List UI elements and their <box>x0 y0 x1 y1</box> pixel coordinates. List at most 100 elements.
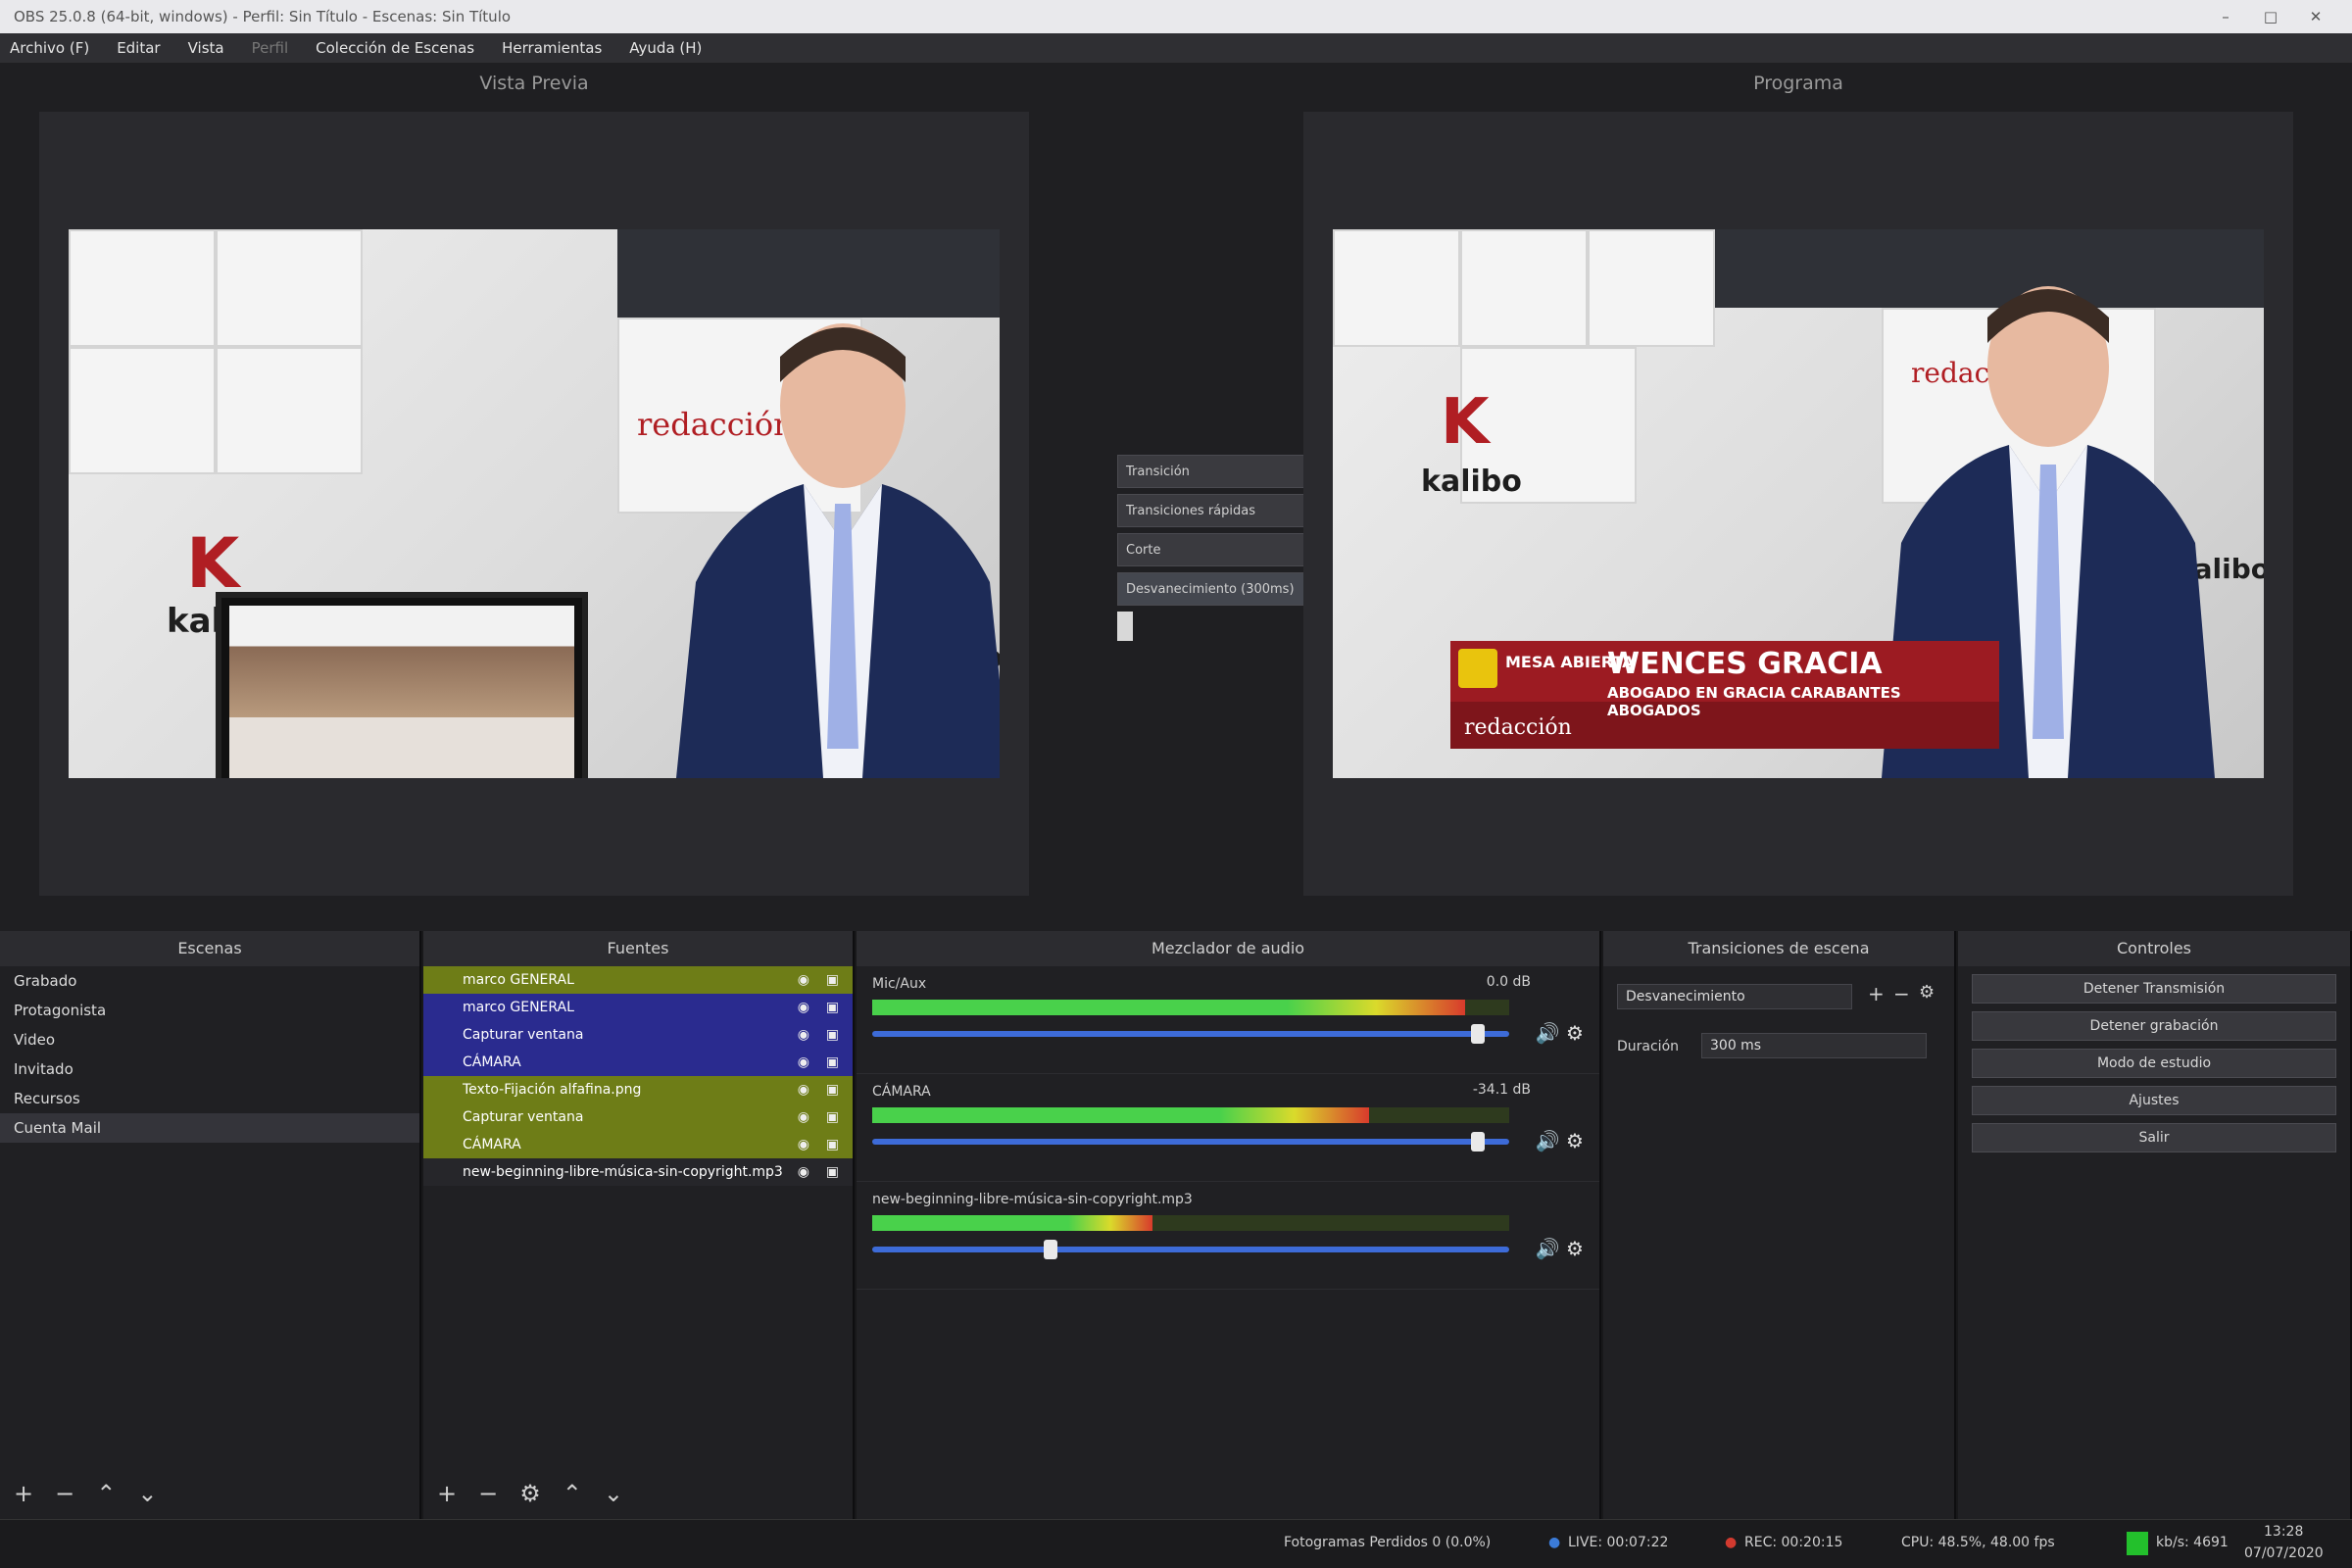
quick-transition-fade[interactable]: Desvanecimiento (300ms)⌄ <box>1117 572 1333 606</box>
volume-slider[interactable] <box>872 1132 1509 1152</box>
mixer-track: Mic/Aux 0.0 dB 🔊 ⚙ <box>857 966 1599 1074</box>
lock-icon[interactable]: ▣ <box>826 1131 839 1158</box>
kalibo-logo: kalibo <box>1421 465 1522 499</box>
menu-herramientas[interactable]: Herramientas <box>502 39 602 57</box>
eye-icon[interactable]: ◉ <box>798 1049 809 1076</box>
menu-coleccion-escenas[interactable]: Colección de Escenas <box>316 39 474 57</box>
lower-third-role: ABOGADO EN GRACIA CARABANTES ABOGADOS <box>1607 684 1901 719</box>
preview-pane[interactable]: K kalibo redacción K kalibo <box>39 112 1029 896</box>
minimize-button[interactable]: – <box>2203 0 2248 33</box>
title-bar: OBS 25.0.8 (64-bit, windows) - Perfil: S… <box>0 0 2352 33</box>
window-title: OBS 25.0.8 (64-bit, windows) - Perfil: S… <box>14 8 512 25</box>
speaker-icon[interactable]: 🔊 ⚙ <box>1536 1021 1584 1045</box>
transition-slider-handle[interactable] <box>1117 612 1133 641</box>
transition-panel: Transición⚙ Transiciones rápidas+ Corte⌄… <box>1117 455 1333 641</box>
eye-icon[interactable]: ◉ <box>798 1076 809 1103</box>
close-button[interactable]: ✕ <box>2293 0 2338 33</box>
live-time: LIVE: 00:07:22 <box>1568 1535 1669 1550</box>
preview-scene: K kalibo redacción K kalibo <box>69 229 1000 778</box>
source-item[interactable]: CÁMARA ◉ ▣ <box>423 1049 853 1076</box>
stop-streaming-button[interactable]: Detener Transmisión <box>1972 974 2336 1004</box>
gear-icon[interactable]: ⚙ <box>519 1480 541 1507</box>
eye-icon[interactable]: ◉ <box>798 966 809 994</box>
status-bar: Fotogramas Perdidos 0 (0.0%) ● LIVE: 00:… <box>0 1519 2352 1568</box>
source-item[interactable]: new-beginning-libre-música-sin-copyright… <box>423 1158 853 1186</box>
level-meter <box>872 1107 1509 1123</box>
transition-select[interactable]: Desvanecimiento <box>1617 984 1852 1009</box>
scene-item[interactable]: Cuenta Mail <box>0 1113 419 1143</box>
lock-icon[interactable]: ▣ <box>826 966 839 994</box>
kalibo-k-logo: K <box>1441 386 1490 459</box>
lock-icon[interactable]: ▣ <box>826 1049 839 1076</box>
quick-transition-cut[interactable]: Corte⌄ <box>1117 533 1333 566</box>
move-down-icon[interactable]: ⌄ <box>604 1480 623 1507</box>
studio-mode-button[interactable]: Modo de estudio <box>1972 1049 2336 1078</box>
lock-icon[interactable]: ▣ <box>826 1076 839 1103</box>
track-db: -34.1 dB <box>1472 1082 1531 1098</box>
scene-item[interactable]: Video <box>0 1025 419 1054</box>
source-item[interactable]: Capturar ventana ◉ ▣ <box>423 1021 853 1049</box>
add-icon[interactable]: + <box>437 1480 457 1507</box>
scene-item[interactable]: Protagonista <box>0 996 419 1025</box>
scene-item[interactable]: Grabado <box>0 966 419 996</box>
speaker-icon[interactable]: 🔊 ⚙ <box>1536 1237 1584 1260</box>
rec-indicator-icon: ● <box>1725 1535 1738 1550</box>
add-icon[interactable]: + <box>14 1480 33 1507</box>
source-item[interactable]: CÁMARA ◉ ▣ <box>423 1131 853 1158</box>
volume-slider[interactable] <box>872 1024 1509 1044</box>
scene-transitions-dock: Transiciones de escena Desvanecimiento +… <box>1603 931 1956 1519</box>
eye-icon[interactable]: ◉ <box>798 1021 809 1049</box>
menu-perfil[interactable]: Perfil <box>252 39 289 57</box>
eye-icon[interactable]: ◉ <box>798 1103 809 1131</box>
settings-button[interactable]: Ajustes <box>1972 1086 2336 1115</box>
speaker-icon[interactable]: 🔊 ⚙ <box>1536 1129 1584 1152</box>
scene-item[interactable]: Recursos <box>0 1084 419 1113</box>
menu-archivo[interactable]: Archivo (F) <box>10 39 89 57</box>
gear-icon[interactable]: ⚙ <box>1919 982 1935 1003</box>
cpu-usage: CPU: 48.5%, 48.00 fps <box>1901 1535 2055 1550</box>
lower-third-brand: redacción <box>1464 715 1572 740</box>
lock-icon[interactable]: ▣ <box>826 1158 839 1186</box>
preview-label: Vista Previa <box>479 73 589 94</box>
lock-icon[interactable]: ▣ <box>826 1021 839 1049</box>
stop-recording-button[interactable]: Detener grabación <box>1972 1011 2336 1041</box>
mixer-track: CÁMARA -34.1 dB 🔊 ⚙ <box>857 1074 1599 1182</box>
source-item[interactable]: marco GENERAL ◉ ▣ <box>423 994 853 1021</box>
move-down-icon[interactable]: ⌄ <box>137 1480 157 1507</box>
menu-bar: Archivo (F) Editar Vista Perfil Colecció… <box>0 33 2352 63</box>
source-item[interactable]: Capturar ventana ◉ ▣ <box>423 1103 853 1131</box>
remove-icon[interactable]: − <box>1893 982 1910 1005</box>
eye-icon[interactable]: ◉ <box>798 1158 809 1186</box>
lower-third-name: WENCES GRACIA <box>1607 647 1883 681</box>
eye-icon[interactable]: ◉ <box>798 1131 809 1158</box>
audio-mixer-dock: Mezclador de audio Mic/Aux 0.0 dB 🔊 ⚙ CÁ… <box>857 931 1601 1519</box>
exit-button[interactable]: Salir <box>1972 1123 2336 1152</box>
track-name: Mic/Aux <box>872 976 927 992</box>
mic-badge-icon <box>1458 649 1497 688</box>
move-up-icon[interactable]: ⌃ <box>96 1480 116 1507</box>
track-name: new-beginning-libre-música-sin-copyright… <box>872 1192 1193 1207</box>
transition-button[interactable]: Transición⚙ <box>1117 455 1333 488</box>
lock-icon[interactable]: ▣ <box>826 1103 839 1131</box>
level-meter <box>872 1000 1509 1015</box>
scene-item[interactable]: Invitado <box>0 1054 419 1084</box>
scenes-title: Escenas <box>0 931 419 966</box>
source-item[interactable]: marco GENERAL ◉ ▣ <box>423 966 853 994</box>
maximize-button[interactable]: □ <box>2248 0 2293 33</box>
connection-status-icon <box>2127 1532 2148 1555</box>
volume-slider[interactable] <box>872 1240 1509 1259</box>
menu-ayuda[interactable]: Ayuda (H) <box>629 39 702 57</box>
duration-input[interactable]: 300 ms <box>1701 1033 1927 1058</box>
remove-icon[interactable]: − <box>478 1480 498 1507</box>
eye-icon[interactable]: ◉ <box>798 994 809 1021</box>
source-item[interactable]: Texto-Fijación alfafina.png ◉ ▣ <box>423 1076 853 1103</box>
lock-icon[interactable]: ▣ <box>826 994 839 1021</box>
preview-monitor-window <box>216 592 588 778</box>
scenes-toolbar: + − ⌃ ⌄ <box>14 1480 157 1507</box>
remove-icon[interactable]: − <box>55 1480 74 1507</box>
menu-editar[interactable]: Editar <box>117 39 160 57</box>
menu-vista[interactable]: Vista <box>188 39 224 57</box>
program-label: Programa <box>1753 73 1843 94</box>
add-icon[interactable]: + <box>1868 982 1885 1005</box>
move-up-icon[interactable]: ⌃ <box>563 1480 582 1507</box>
